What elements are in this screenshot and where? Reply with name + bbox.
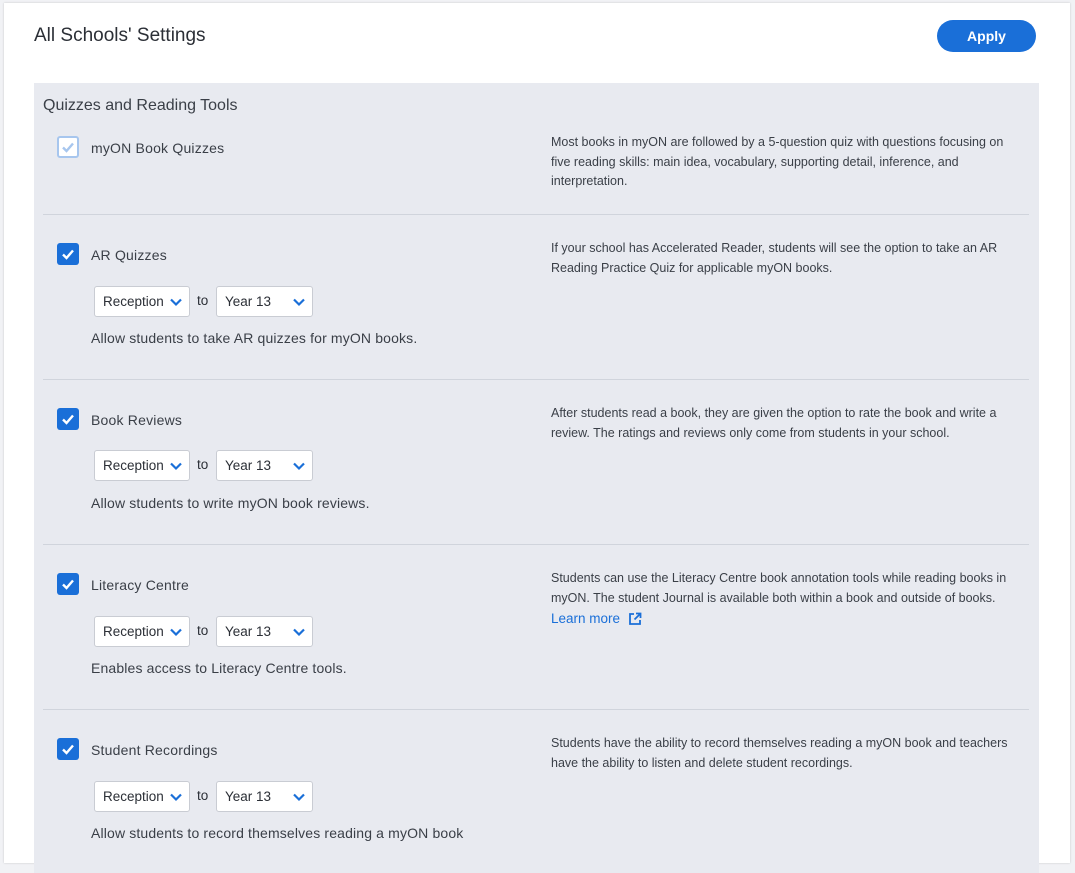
range-to-label: to [197,457,209,472]
chevron-down-icon [170,462,182,471]
apply-button[interactable]: Apply [937,20,1036,52]
range-to-label: to [197,788,209,803]
select-value: Year 13 [225,789,272,804]
select-value: Reception [103,458,164,473]
chevron-down-icon [293,793,305,802]
check-icon [62,579,74,590]
literacy-centre-label: Literacy Centre [91,577,189,593]
range-to-label: to [197,293,209,308]
chevron-down-icon [293,628,305,637]
divider [43,544,1029,545]
divider [43,709,1029,710]
chevron-down-icon [170,793,182,802]
student-recordings-checkbox[interactable] [57,738,79,760]
check-icon [62,142,74,153]
learn-more-label: Learn more [551,611,621,626]
range-to-label: to [197,623,209,638]
student-recordings-label: Student Recordings [91,742,218,758]
book-reviews-from-select[interactable]: Reception [94,450,190,481]
book-quizzes-description: Most books in myON are followed by a 5-q… [551,135,1004,188]
check-icon [62,414,74,425]
section-title: Quizzes and Reading Tools [43,97,238,114]
select-value: Year 13 [225,294,272,309]
select-value: Reception [103,294,164,309]
chevron-down-icon [170,628,182,637]
quizzes-reading-tools-panel: Quizzes and Reading Tools myON Book Quiz… [34,83,1039,873]
book-quizzes-checkbox[interactable] [57,136,79,158]
literacy-centre-to-select[interactable]: Year 13 [216,616,313,647]
student-recordings-to-select[interactable]: Year 13 [216,781,313,812]
ar-quizzes-checkbox[interactable] [57,243,79,265]
divider [43,379,1029,380]
book-reviews-label: Book Reviews [91,412,183,428]
student-recordings-from-select[interactable]: Reception [94,781,190,812]
chevron-down-icon [293,298,305,307]
literacy-centre-checkbox[interactable] [57,573,79,595]
ar-quizzes-help: Allow students to take AR quizzes for my… [91,330,418,346]
student-recordings-help: Allow students to record themselves read… [91,825,464,841]
book-reviews-help: Allow students to write myON book review… [91,495,370,511]
literacy-centre-description: Students can use the Literacy Centre boo… [551,571,1007,605]
ar-quizzes-label: AR Quizzes [91,247,167,263]
book-reviews-checkbox[interactable] [57,408,79,430]
external-link-icon [629,612,642,625]
learn-more-link[interactable]: Learn more [551,611,642,626]
check-icon [62,744,74,755]
ar-quizzes-from-select[interactable]: Reception [94,286,190,317]
ar-quizzes-to-select[interactable]: Year 13 [216,286,313,317]
book-reviews-to-select[interactable]: Year 13 [216,450,313,481]
chevron-down-icon [170,298,182,307]
check-icon [62,249,74,260]
student-recordings-description: Students have the ability to record them… [551,736,1008,770]
book-reviews-description: After students read a book, they are giv… [551,406,997,440]
literacy-centre-help: Enables access to Literacy Centre tools. [91,660,347,676]
page-title: All Schools' Settings [34,25,206,46]
ar-quizzes-description: If your school has Accelerated Reader, s… [551,241,998,275]
divider [43,214,1029,215]
select-value: Reception [103,789,164,804]
book-quizzes-label: myON Book Quizzes [91,140,225,156]
literacy-centre-from-select[interactable]: Reception [94,616,190,647]
select-value: Reception [103,624,164,639]
chevron-down-icon [293,462,305,471]
settings-card: All Schools' Settings Apply Quizzes and … [4,3,1070,873]
select-value: Year 13 [225,458,272,473]
select-value: Year 13 [225,624,272,639]
